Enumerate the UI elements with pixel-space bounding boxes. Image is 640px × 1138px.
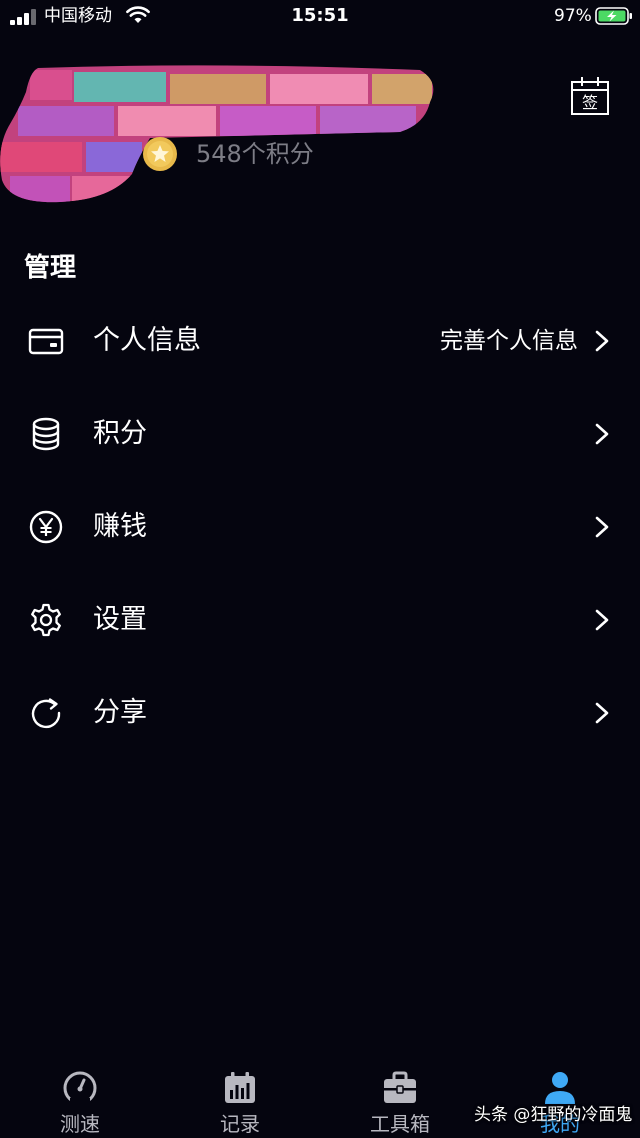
watermark: 头条 @狂野的冷面鬼 — [474, 1105, 633, 1125]
battery-percentage: 97% — [554, 6, 592, 26]
menu-item-label: 个人信息 — [93, 325, 201, 356]
profile-cover-image[interactable] — [0, 62, 440, 204]
speedometer-icon — [63, 1071, 97, 1106]
checkin-button[interactable]: 签 — [568, 74, 612, 118]
chevron-right-icon — [595, 330, 609, 352]
chevron-right-icon — [595, 516, 609, 538]
menu-item-label: 分享 — [93, 697, 147, 728]
gear-icon — [31, 603, 61, 637]
menu-item-label: 积分 — [93, 418, 147, 449]
tab-toolbox[interactable]: 工具箱 — [320, 1060, 480, 1138]
toolbox-icon — [384, 1071, 416, 1103]
battery-charging-icon — [595, 7, 632, 25]
section-title-manage: 管理 — [24, 253, 77, 283]
menu-item-label: 设置 — [93, 604, 147, 635]
chevron-right-icon — [595, 423, 609, 445]
yen-icon — [29, 510, 63, 544]
tab-label: 工具箱 — [370, 1112, 430, 1136]
menu-item-earn-money[interactable]: 赚钱 — [0, 481, 640, 574]
card-icon — [28, 328, 64, 355]
database-icon — [32, 417, 60, 451]
status-bar: 中国移动 15:51 97% — [0, 0, 640, 34]
menu-item-points[interactable]: 积分 — [0, 388, 640, 481]
tab-records[interactable]: 记录 — [160, 1060, 320, 1138]
tab-label: 测速 — [60, 1112, 100, 1136]
menu-item-settings[interactable]: 设置 — [0, 574, 640, 667]
coin-star-icon — [143, 137, 177, 171]
menu-item-personal-info[interactable]: 个人信息 完善个人信息 — [0, 295, 640, 388]
tab-label: 记录 — [220, 1112, 260, 1136]
menu-item-detail: 完善个人信息 — [440, 328, 578, 354]
user-icon — [545, 1072, 575, 1104]
menu-list: 个人信息 完善个人信息 积分 赚钱 设置 分享 — [0, 295, 640, 760]
points-value: 548个积分 — [196, 140, 314, 168]
status-time: 15:51 — [291, 5, 349, 26]
chevron-right-icon — [595, 702, 609, 724]
menu-item-label: 赚钱 — [93, 511, 147, 542]
tab-speed-test[interactable]: 测速 — [0, 1060, 160, 1138]
chevron-right-icon — [595, 609, 609, 631]
checkin-label: 签 — [581, 93, 598, 112]
refresh-share-icon — [31, 698, 61, 729]
calendar-chart-icon — [225, 1072, 255, 1103]
menu-item-share[interactable]: 分享 — [0, 667, 640, 760]
